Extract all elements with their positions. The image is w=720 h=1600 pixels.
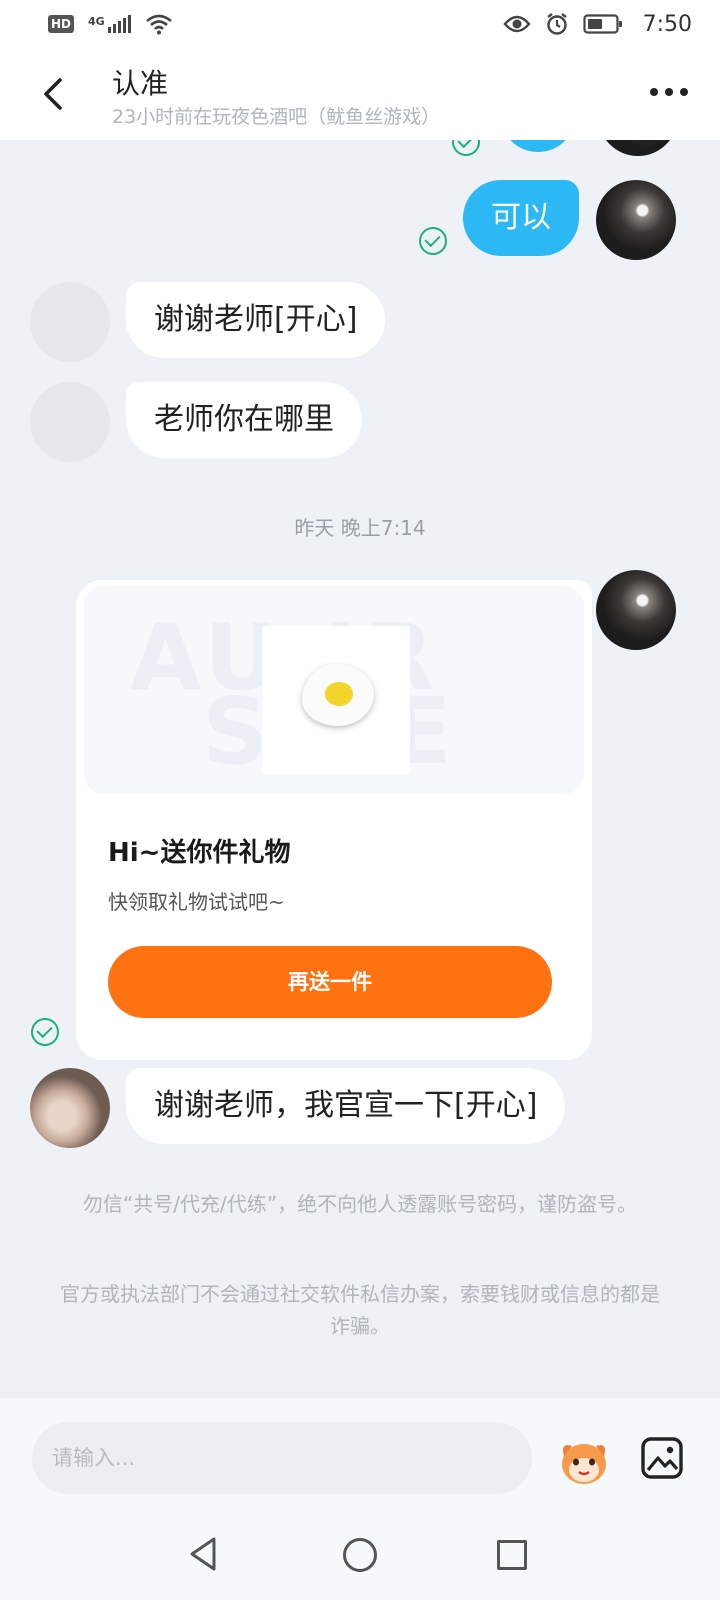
gift-card[interactable]: AU IR S RE Hi~送你件礼物 快领取礼物试试吧~ 再送一件 — [76, 580, 592, 1060]
more-dot — [650, 88, 658, 96]
status-left: HD 4G — [48, 13, 173, 35]
contact-avatar[interactable] — [30, 282, 110, 362]
status-bar: HD 4G 7:50 — [0, 0, 720, 48]
input-bar — [0, 1398, 720, 1498]
eye-icon — [503, 15, 531, 33]
gift-banner: AU IR S RE — [84, 586, 584, 794]
contact-avatar[interactable] — [30, 1068, 110, 1148]
gift-description: 快领取礼物试试吧~ — [108, 890, 285, 914]
message-bubble-incoming[interactable]: 老师你在哪里 — [126, 382, 362, 458]
system-navigation-bar — [0, 1498, 720, 1600]
fried-egg-icon — [302, 664, 374, 726]
contact-name[interactable]: 认准 — [112, 62, 168, 102]
nav-back-icon[interactable] — [188, 1536, 218, 1572]
nav-home-icon[interactable] — [343, 1538, 377, 1572]
more-options-button[interactable] — [650, 88, 688, 96]
battery-icon — [582, 14, 622, 34]
image-picker-icon[interactable] — [640, 1436, 684, 1480]
my-avatar[interactable] — [596, 570, 676, 650]
emoji-sticker-icon[interactable] — [556, 1436, 612, 1488]
more-dot — [665, 88, 673, 96]
message-bubble-partial[interactable] — [500, 140, 576, 152]
status-time: 7:50 — [642, 11, 692, 37]
more-dot — [680, 88, 688, 96]
status-right: 7:50 — [503, 12, 692, 37]
chat-area[interactable]: 可以 谢谢老师[开心] 老师你在哪里 昨天 晚上7:14 AU IR S RE … — [0, 140, 720, 1398]
message-bubble-incoming[interactable]: 谢谢老师，我官宣一下[开心] — [126, 1068, 566, 1144]
network-type: 4G — [88, 15, 105, 28]
read-check-icon — [31, 1018, 59, 1046]
my-avatar[interactable] — [598, 140, 678, 156]
contact-avatar[interactable] — [30, 382, 110, 462]
security-notice: 勿信“共号/代充/代练”，绝不向他人透露账号密码，谨防盗号。 — [82, 1192, 638, 1216]
back-arrow-icon[interactable] — [38, 74, 68, 114]
fraud-notice: 官方或执法部门不会通过社交软件私信办案，索要钱财或信息的都是诈骗。 — [60, 1282, 660, 1338]
chat-header: 认准 23小时前在玩夜色酒吧（鱿鱼丝游戏） — [0, 48, 720, 140]
gift-title: Hi~送你件礼物 — [108, 838, 291, 868]
hd-badge: HD — [48, 15, 75, 33]
message-bubble-outgoing[interactable]: 可以 — [463, 180, 579, 256]
my-avatar[interactable] — [596, 180, 676, 260]
message-timestamp: 昨天 晚上7:14 — [294, 516, 426, 540]
alarm-icon — [546, 13, 567, 35]
read-check-icon — [452, 140, 480, 156]
read-check-icon — [419, 227, 447, 255]
wifi-icon — [145, 14, 172, 35]
nav-recent-apps-icon[interactable] — [497, 1540, 527, 1570]
cellular-signal-icon: 4G — [88, 15, 131, 33]
gift-image — [262, 626, 410, 774]
send-another-gift-button[interactable]: 再送一件 — [108, 946, 552, 1018]
message-bubble-incoming[interactable]: 谢谢老师[开心] — [126, 282, 386, 358]
contact-activity-status: 23小时前在玩夜色酒吧（鱿鱼丝游戏） — [112, 106, 441, 128]
message-input[interactable] — [32, 1422, 532, 1494]
